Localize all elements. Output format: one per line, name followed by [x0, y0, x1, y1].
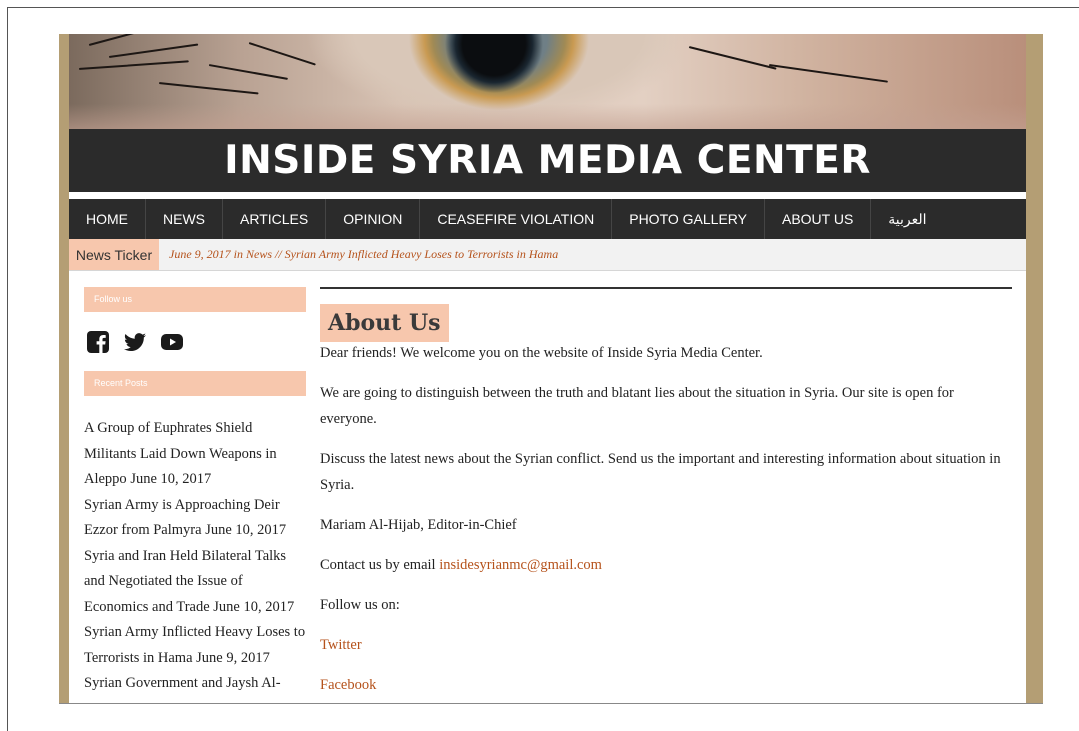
nav-item-articles[interactable]: ARTICLES: [223, 199, 327, 239]
eyelash-decoration: [688, 46, 777, 70]
main-nav: HOME NEWS ARTICLES OPINION CEASEFIRE VIO…: [69, 199, 1026, 239]
email-link[interactable]: insidesyrianmc@gmail.com: [439, 557, 602, 573]
recent-posts-widget-title: Recent Posts: [84, 371, 306, 396]
recent-post-link[interactable]: Syrian Army Inflicted Heavy Loses to Ter…: [84, 624, 305, 666]
twitter-paragraph: Twitter: [320, 632, 1012, 658]
eyelash-decoration: [78, 60, 189, 70]
follow-us-widget-title: Follow us: [84, 287, 306, 312]
recent-post-item: Syria and Iran Held Bilateral Talks and …: [84, 544, 306, 621]
youtube-icon[interactable]: [160, 330, 184, 354]
site-title[interactable]: INSIDE SYRIA MEDIA CENTER: [224, 138, 871, 183]
facebook-icon[interactable]: [86, 330, 110, 354]
page-wrapper: INSIDE SYRIA MEDIA CENTER HOME NEWS ARTI…: [59, 34, 1043, 704]
header-divider: [69, 192, 1026, 199]
banner-shade: [69, 104, 1026, 129]
twitter-link[interactable]: Twitter: [320, 637, 362, 653]
discuss-paragraph: Discuss the latest news about the Syrian…: [320, 451, 1001, 493]
eyelash-decoration: [208, 64, 288, 80]
site-title-bar: INSIDE SYRIA MEDIA CENTER: [69, 129, 1026, 192]
page-inner: INSIDE SYRIA MEDIA CENTER HOME NEWS ARTI…: [69, 34, 1026, 704]
welcome-paragraph: Dear friends! We welcome you on the webs…: [320, 345, 763, 361]
nav-item-opinion[interactable]: OPINION: [326, 199, 421, 239]
follow-paragraph: Follow us on:: [320, 597, 400, 613]
eyelash-decoration: [248, 42, 316, 66]
news-ticker: News Ticker June 9, 2017 in News // Syri…: [69, 239, 1026, 271]
facebook-paragraph: Facebook: [320, 672, 1012, 698]
recent-post-item: Syrian Army is Approaching Deir Ezzor fr…: [84, 493, 306, 544]
contact-paragraph: Contact us by email insidesyrianmc@gmail…: [320, 552, 1012, 578]
recent-post-item: A Group of Euphrates Shield Militants La…: [84, 416, 306, 493]
nav-item-ceasefire-violation[interactable]: CEASEFIRE VIOLATION: [420, 199, 613, 239]
page-title: About Us: [320, 303, 449, 342]
recent-post-item: Syrian Government and Jaysh Al-Islam Swa…: [84, 671, 306, 704]
recent-post-date: June 10, 2017: [213, 598, 295, 615]
nav-item-news[interactable]: NEWS: [146, 199, 223, 239]
nav-item-arabic[interactable]: العربية: [871, 199, 943, 239]
recent-post-date: June 9, 2017: [196, 649, 270, 666]
eyelash-decoration: [768, 64, 888, 83]
recent-post-link[interactable]: Syrian Government and Jaysh Al-Islam Swa…: [84, 675, 281, 704]
page-bottom-rule: [59, 703, 1043, 704]
facebook-link[interactable]: Facebook: [320, 677, 376, 693]
eyelash-decoration: [108, 43, 199, 58]
about-body: Dear friends! We welcome you on the webs…: [320, 340, 1012, 704]
nav-item-home[interactable]: HOME: [69, 199, 146, 239]
nav-item-photo-gallery[interactable]: PHOTO GALLERY: [612, 199, 765, 239]
content-divider: [320, 287, 1012, 289]
twitter-icon[interactable]: [123, 330, 147, 354]
recent-post-date: June 10, 2017: [205, 522, 287, 538]
eyelash-decoration: [88, 34, 157, 46]
recent-posts-list: A Group of Euphrates Shield Militants La…: [84, 416, 306, 704]
recent-post-item: Syrian Army Inflicted Heavy Loses to Ter…: [84, 620, 306, 671]
eyelash-decoration: [158, 82, 259, 95]
sidebar: Follow us Recent Posts A Group of Euphra…: [84, 287, 306, 704]
social-icons: [86, 328, 306, 355]
mission-paragraph: We are going to distinguish between the …: [320, 385, 954, 427]
nav-item-about-us[interactable]: ABOUT US: [765, 199, 872, 239]
recent-post-date: June 10, 2017: [130, 471, 212, 487]
editor-paragraph: Mariam Al-Hijab, Editor-in-Chief: [320, 517, 517, 533]
contact-label: Contact us by email: [320, 557, 436, 573]
news-ticker-link[interactable]: June 9, 2017 in News // Syrian Army Infl…: [169, 239, 558, 270]
news-ticker-label: News Ticker: [69, 239, 159, 270]
header-banner-image: [69, 34, 1026, 129]
